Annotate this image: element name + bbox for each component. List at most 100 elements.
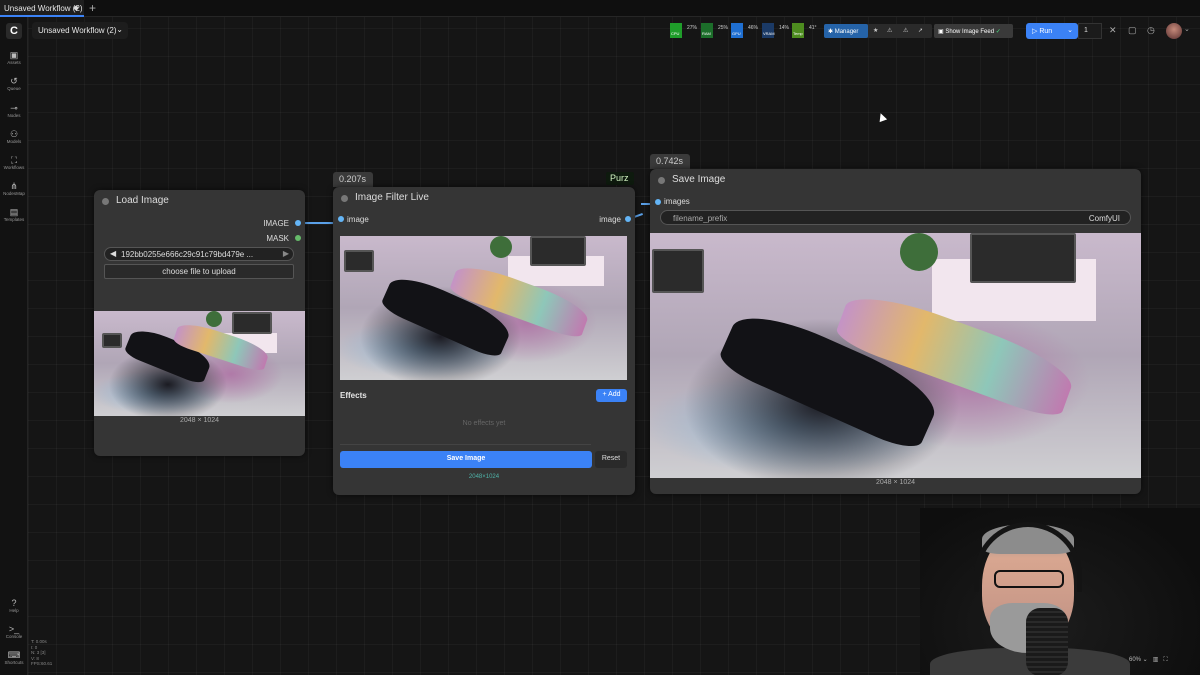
manager-button[interactable]: ✱ Manager xyxy=(824,24,868,38)
tab-unsaved-workflow[interactable]: Unsaved Workflow (2) xyxy=(0,0,84,17)
upload-button[interactable]: choose file to upload xyxy=(104,264,294,279)
tab-label: Unsaved Workflow (2) xyxy=(4,4,83,13)
save-image-label: Save Image xyxy=(446,455,486,462)
collapse-dot-icon[interactable] xyxy=(658,177,665,184)
sidebar-item-label: Queue xyxy=(7,86,21,91)
sidebar-item-workflows[interactable]: ⛶ Workflows xyxy=(0,155,28,171)
help-icon: ? xyxy=(11,598,17,608)
sidebar-item-label: Console xyxy=(5,634,23,639)
sidebar-item-help[interactable]: ? Help xyxy=(0,598,28,614)
output-image-dot[interactable] xyxy=(295,220,301,226)
history-icon: ↺ xyxy=(10,76,18,86)
queue-count-stepper[interactable]: 1 xyxy=(1078,23,1102,39)
ram-value: 25% xyxy=(718,25,729,31)
sidebar-item-nodes[interactable]: ⊸ Nodes xyxy=(0,103,28,119)
clean-vram-icon[interactable]: ⚠ xyxy=(887,27,892,34)
output-image-label: image xyxy=(599,215,621,224)
models-icon: ⚇ xyxy=(9,129,19,139)
sidebar-item-models[interactable]: ⚇ Models xyxy=(0,129,28,145)
nodesmap-icon: ⋔ xyxy=(10,181,18,191)
execution-time: 0.207s xyxy=(339,174,367,184)
filename-prefix-value: ComfyUI xyxy=(1088,214,1120,223)
avatar[interactable] xyxy=(1166,23,1182,39)
collapse-dot-icon[interactable] xyxy=(341,195,348,202)
workflow-title-button[interactable]: Unsaved Workflow (2) ⌄ xyxy=(32,22,128,39)
puzzle-icon: ✱ xyxy=(828,29,835,35)
comfy-logo-icon[interactable]: C xyxy=(6,23,22,39)
chevron-down-icon: ⌄ xyxy=(116,25,123,34)
console-icon: >_ xyxy=(8,624,20,634)
collapse-dot-icon[interactable] xyxy=(102,198,109,205)
arrow-left-icon[interactable]: ◀ xyxy=(110,249,116,258)
manager-label: Manager xyxy=(834,29,859,35)
temp-monitor: Temp 41° xyxy=(792,23,822,38)
queue-count: 1 xyxy=(1084,27,1088,34)
sidebar-item-label: Help xyxy=(9,608,19,613)
chevron-down-icon[interactable]: ⌄ xyxy=(1067,26,1073,34)
image-filter-live-node[interactable]: Image Filter Live image image Effects + … xyxy=(333,187,635,495)
sidebar-item-templates[interactable]: ▤ Templates xyxy=(0,207,28,223)
mouse-cursor-icon xyxy=(876,111,888,123)
sidebar-item-label: Models xyxy=(6,139,22,144)
tab-bar: Unsaved Workflow (2) + xyxy=(0,0,1200,17)
sidebar-item-console[interactable]: >_ Console xyxy=(0,624,28,640)
filter-image-preview xyxy=(340,236,627,380)
input-images-dot[interactable] xyxy=(655,199,661,205)
sidebar-item-label: Templates xyxy=(3,217,25,222)
image-filename: 192bb0255e666c29c91c79bd479e ... xyxy=(121,250,254,259)
sidebar-item-label: NodesMap xyxy=(3,191,25,196)
sidebar-item-shortcuts[interactable]: ⌨ Shortcuts xyxy=(0,650,28,666)
workflow-title: Unsaved Workflow (2) xyxy=(38,26,117,35)
star-icon[interactable]: ★ xyxy=(873,27,878,34)
add-effect-button[interactable]: + Add xyxy=(596,389,627,402)
show-image-feed-button[interactable]: ▣ Show Image Feed ✓ xyxy=(934,24,1013,38)
node-title: Image Filter Live xyxy=(355,192,429,203)
nodes-icon: ⊸ xyxy=(10,103,18,113)
input-image-label: image xyxy=(347,215,369,224)
clean-ram-icon[interactable]: ⚠ xyxy=(903,27,908,34)
run-button[interactable]: ▷ Run ⌄ xyxy=(1026,23,1078,39)
arrow-right-icon[interactable]: ▶ xyxy=(283,249,289,258)
divider xyxy=(340,444,591,445)
save-image-button[interactable]: Save Image xyxy=(340,451,592,468)
filename-prefix-field[interactable]: filename_prefix ComfyUI xyxy=(660,210,1131,225)
webcam-overlay xyxy=(920,508,1200,675)
node-title: Load Image xyxy=(116,195,169,206)
sidebar-item-label: Shortcuts xyxy=(4,660,24,665)
output-mask-dot[interactable] xyxy=(295,235,301,241)
share-icon[interactable]: ➚ xyxy=(918,27,923,34)
chevron-down-icon[interactable]: ⌄ xyxy=(1184,25,1190,33)
vram-monitor: VRAM 14% xyxy=(762,23,792,38)
node-source-tag: Purz xyxy=(606,172,634,185)
microphone-icon xyxy=(1026,608,1068,675)
execution-time-badge: 0.207s xyxy=(333,172,373,187)
load-image-node[interactable]: Load Image IMAGE MASK ◀ 192bb0255e666c29… xyxy=(94,190,305,456)
output-mask-label: MASK xyxy=(266,234,289,243)
close-icon[interactable]: ✕ xyxy=(1109,25,1117,36)
image-select[interactable]: ◀ 192bb0255e666c29c91c79bd479e ... ▶ xyxy=(104,247,294,261)
vram-value: 14% xyxy=(779,25,790,31)
stop-icon[interactable]: ▢ xyxy=(1128,25,1137,36)
sidebar-item-nodesmap[interactable]: ⋔ NodesMap xyxy=(0,181,28,197)
gpu-monitor: GPU 46% xyxy=(731,23,761,38)
stat-fps: FPS:60.61 xyxy=(31,661,53,666)
gpu-label: GPU xyxy=(732,31,741,36)
ram-label: RAM xyxy=(702,31,711,36)
ram-monitor: RAM 25% xyxy=(701,23,731,38)
reset-button[interactable]: Reset xyxy=(595,451,627,468)
filter-dimensions: 2048×1024 xyxy=(468,474,500,480)
sidebar-item-queue[interactable]: ↺ Queue xyxy=(0,76,28,92)
input-image-preview xyxy=(94,311,305,416)
zoom-level[interactable]: 60% ⌄ ▥ ⛶ xyxy=(1129,656,1168,664)
execution-time-badge: 0.742s xyxy=(650,154,690,169)
sidebar-item-assets[interactable]: ▣ Assets xyxy=(0,50,28,66)
plus-icon[interactable]: + xyxy=(89,1,96,15)
link-image xyxy=(304,222,334,224)
filename-prefix-label: filename_prefix xyxy=(673,214,728,223)
temp-label: Temp xyxy=(793,31,803,36)
keyboard-icon: ⌨ xyxy=(7,650,21,660)
save-image-node[interactable]: Save Image images filename_prefix ComfyU… xyxy=(650,169,1141,494)
input-image-dot[interactable] xyxy=(338,216,344,222)
output-image-dot[interactable] xyxy=(625,216,631,222)
history-clock-icon[interactable]: ◷ xyxy=(1147,25,1155,36)
